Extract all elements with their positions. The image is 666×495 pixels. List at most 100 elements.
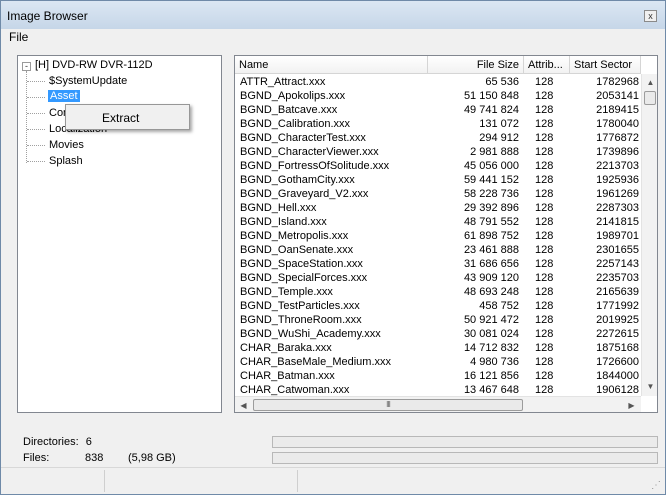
context-menu-extract[interactable]: Extract xyxy=(102,111,139,125)
start-sector-cell: 1961269 xyxy=(596,188,639,200)
column-header-attrib[interactable]: Attrib... xyxy=(524,56,570,74)
tree-item-asset[interactable]: Asset xyxy=(48,90,80,102)
table-row[interactable]: BGND_Hell.xxx 29 392 896 128 2287303 xyxy=(235,201,657,215)
menu-file[interactable]: File xyxy=(9,30,28,44)
tree-root-drive[interactable]: [H] DVD-RW DVR-112D xyxy=(35,59,153,71)
table-row[interactable]: CHAR_Catwoman.xxx 13 467 648 128 1906128 xyxy=(235,383,657,397)
scroll-up-icon[interactable]: ▲ xyxy=(642,74,657,91)
attrib-cell: 128 xyxy=(535,76,554,88)
tree-item-splash[interactable]: Splash xyxy=(49,155,83,167)
start-sector-cell: 1906128 xyxy=(596,384,639,396)
start-sector-cell: 2141815 xyxy=(596,216,639,228)
menu-bar: File xyxy=(1,29,665,45)
table-row[interactable]: BGND_TestParticles.xxx 458 752 128 1771992 xyxy=(235,299,657,313)
progress-bar-secondary xyxy=(272,452,658,464)
start-sector-cell: 2053141 xyxy=(596,90,639,102)
file-size-cell: 50 921 472 xyxy=(463,314,519,326)
tree-item-systemupdate[interactable]: $SystemUpdate xyxy=(49,75,127,87)
attrib-cell: 128 xyxy=(535,370,554,382)
close-button[interactable]: x xyxy=(644,10,657,22)
file-size-cell: 43 909 120 xyxy=(463,272,519,284)
scroll-left-icon[interactable]: ◀ xyxy=(235,397,252,412)
scroll-right-icon[interactable]: ▶ xyxy=(623,397,640,412)
file-size-cell: 61 898 752 xyxy=(463,230,519,242)
resize-grip-icon[interactable]: ⋰ xyxy=(651,480,663,492)
start-sector-cell: 2272615 xyxy=(596,328,639,340)
scroll-down-icon[interactable]: ▼ xyxy=(642,378,657,395)
file-size-cell: 51 150 848 xyxy=(463,90,519,102)
table-row[interactable]: BGND_Graveyard_V2.xxx 58 228 736 128 196126… xyxy=(235,187,657,201)
file-size-cell: 2 981 888 xyxy=(470,146,519,158)
table-row[interactable]: BGND_OanSenate.xxx 23 461 888 128 2301655 xyxy=(235,243,657,257)
file-name-cell: BGND_TestParticles.xxx xyxy=(240,300,360,312)
table-row[interactable]: BGND_SpaceStation.xxx 31 686 656 128 225714… xyxy=(235,257,657,271)
column-header-start-sector[interactable]: Start Sector xyxy=(570,56,641,74)
file-name-cell: CHAR_BaseMale_Medium.xxx xyxy=(240,356,391,368)
attrib-cell: 128 xyxy=(535,188,554,200)
start-sector-cell: 1780040 xyxy=(596,118,639,130)
file-size-cell: 49 741 824 xyxy=(463,104,519,116)
table-row[interactable]: BGND_GothamCity.xxx 59 441 152 128 1925936 xyxy=(235,173,657,187)
table-row[interactable]: BGND_CharacterViewer.xxx 2 981 888 128 1739… xyxy=(235,145,657,159)
table-row[interactable]: ATTR_Attract.xxx 65 536 128 1782968 xyxy=(235,75,657,89)
status-panel-3 xyxy=(298,470,663,492)
start-sector-cell: 1782968 xyxy=(596,76,639,88)
column-header-file-size[interactable]: File Size xyxy=(428,56,524,74)
table-row[interactable]: BGND_ThroneRoom.xxx 50 921 472 128 2019925 xyxy=(235,313,657,327)
close-icon: x xyxy=(648,11,653,21)
vertical-scroll-thumb[interactable] xyxy=(644,91,656,105)
start-sector-cell: 1776872 xyxy=(596,132,639,144)
context-menu: Extract xyxy=(65,104,190,130)
start-sector-cell: 1739896 xyxy=(596,146,639,158)
table-row[interactable]: BGND_SpecialForces.xxx 43 909 120 128 22357… xyxy=(235,271,657,285)
table-row[interactable]: BGND_CharacterTest.xxx 294 912 128 1776872 xyxy=(235,131,657,145)
file-size-cell: 59 441 152 xyxy=(463,174,519,186)
directories-label: Directories: xyxy=(23,436,79,448)
directories-value: 6 xyxy=(85,436,92,448)
table-row[interactable]: CHAR_Baraka.xxx 14 712 832 128 1875168 xyxy=(235,341,657,355)
table-row[interactable]: BGND_Metropolis.xxx 61 898 752 128 1989701 xyxy=(235,229,657,243)
file-name-cell: BGND_FortressOfSolitude.xxx xyxy=(240,160,390,172)
horizontal-scrollbar[interactable]: ◀ III ▶ xyxy=(235,396,641,412)
collapse-icon[interactable]: - xyxy=(22,62,31,71)
attrib-cell: 128 xyxy=(535,216,554,228)
file-name-cell: CHAR_Batman.xxx xyxy=(240,370,335,382)
table-row[interactable]: BGND_Calibration.xxx 131 072 128 1780040 xyxy=(235,117,657,131)
table-row[interactable]: BGND_Temple.xxx 48 693 248 128 2165639 xyxy=(235,285,657,299)
table-row[interactable]: BGND_Batcave.xxx 49 741 824 128 2189415 xyxy=(235,103,657,117)
tree-item-movies[interactable]: Movies xyxy=(49,139,84,151)
file-name-cell: BGND_SpecialForces.xxx xyxy=(240,272,368,284)
table-row[interactable]: BGND_WuShi_Academy.xxx 30 081 024 128 22726… xyxy=(235,327,657,341)
column-header-name[interactable]: Name xyxy=(235,56,428,74)
start-sector-cell: 2257143 xyxy=(596,258,639,270)
table-row[interactable]: CHAR_Batman.xxx 16 121 856 128 1844000 xyxy=(235,369,657,383)
file-size-cell: 14 712 832 xyxy=(463,342,519,354)
attrib-cell: 128 xyxy=(535,230,554,242)
file-list[interactable]: Name File Size Attrib... Start Sector AT… xyxy=(234,55,658,413)
file-size-cell: 294 912 xyxy=(479,132,519,144)
title-bar[interactable]: Image Browser x xyxy=(1,1,665,29)
table-row[interactable]: BGND_Island.xxx 48 791 552 128 2141815 xyxy=(235,215,657,229)
file-name-cell: BGND_OanSenate.xxx xyxy=(240,244,354,256)
attrib-cell: 128 xyxy=(535,118,554,130)
attrib-cell: 128 xyxy=(535,160,554,172)
attrib-cell: 128 xyxy=(535,202,554,214)
start-sector-cell: 1925936 xyxy=(596,174,639,186)
vertical-scrollbar[interactable]: ▲ ▼ xyxy=(641,74,657,396)
file-size-cell: 131 072 xyxy=(479,118,519,130)
attrib-cell: 128 xyxy=(535,146,554,158)
attrib-cell: 128 xyxy=(535,104,554,116)
file-name-cell: BGND_Temple.xxx xyxy=(240,286,333,298)
horizontal-scroll-thumb[interactable]: III xyxy=(253,399,523,411)
attrib-cell: 128 xyxy=(535,342,554,354)
file-name-cell: BGND_Calibration.xxx xyxy=(240,118,351,130)
file-size-cell: 458 752 xyxy=(479,300,519,312)
attrib-cell: 128 xyxy=(535,174,554,186)
table-row[interactable]: CHAR_BaseMale_Medium.xxx 4 980 736 128 1726… xyxy=(235,355,657,369)
file-name-cell: BGND_Apokolips.xxx xyxy=(240,90,346,102)
table-row[interactable]: BGND_FortressOfSolitude.xxx 45 056 000 128… xyxy=(235,159,657,173)
table-row[interactable]: BGND_Apokolips.xxx 51 150 848 128 2053141 xyxy=(235,89,657,103)
file-size-cell: 23 461 888 xyxy=(463,244,519,256)
attrib-cell: 128 xyxy=(535,328,554,340)
file-size-cell: 4 980 736 xyxy=(470,356,519,368)
